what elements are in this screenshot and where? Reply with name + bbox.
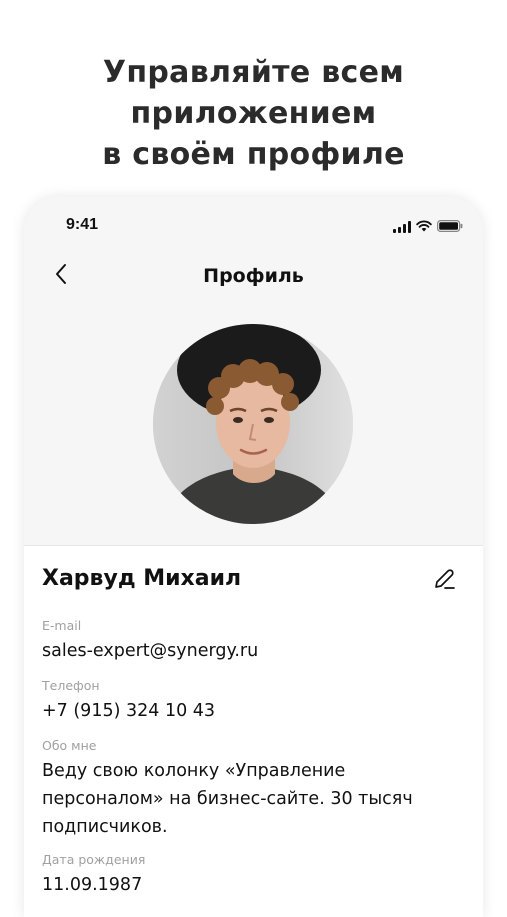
status-icons xyxy=(393,217,463,236)
field-label: E-mail xyxy=(42,618,82,633)
promo-headline-line: в своём профиле xyxy=(102,137,405,172)
avatar xyxy=(153,324,353,524)
edit-profile-button[interactable] xyxy=(430,566,458,594)
field-label: Телефон xyxy=(42,678,100,693)
birthdate-field: Дата рождения 11.09.1987 xyxy=(42,852,462,899)
promo-headline-line: Управляйте всем xyxy=(102,55,405,90)
pencil-icon xyxy=(430,569,458,598)
navigation-bar: Профиль xyxy=(24,249,483,305)
promo-headline: Управляйте всем приложением в своём проф… xyxy=(0,52,507,175)
battery-icon xyxy=(437,217,463,236)
birthdate-value: 11.09.1987 xyxy=(42,875,143,895)
about-field: Обо мне Веду свою колонку «Управление пе… xyxy=(42,738,462,841)
field-label: Дата рождения xyxy=(42,852,146,867)
cellular-signal-icon xyxy=(393,220,411,233)
phone-field: Телефон +7 (915) 324 10 43 xyxy=(42,678,462,725)
field-label: Обо мне xyxy=(42,738,97,753)
status-time: 9:41 xyxy=(66,216,99,233)
email-field: E-mail sales-expert@synergy.ru xyxy=(42,618,462,665)
phone-value: +7 (915) 324 10 43 xyxy=(42,701,216,721)
wifi-icon xyxy=(416,217,432,236)
about-value: Веду свою колонку «Управление персоналом… xyxy=(42,761,413,837)
phone-frame: 9:41 Профиль Харвуд Михаил E-mail sales-… xyxy=(24,197,483,917)
status-bar: 9:41 xyxy=(24,197,483,249)
promo-headline-line: приложением xyxy=(130,96,377,131)
profile-name: Харвуд Михаил xyxy=(42,566,242,591)
profile-card: Харвуд Михаил E-mail sales-expert@synerg… xyxy=(24,545,483,917)
page-title: Профиль xyxy=(203,265,304,287)
email-value: sales-expert@synergy.ru xyxy=(42,641,259,661)
